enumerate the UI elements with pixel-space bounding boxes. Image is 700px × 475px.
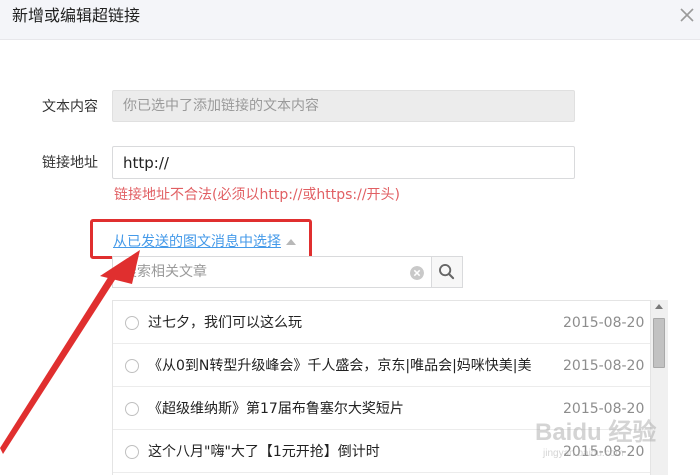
article-row[interactable]: 《超级维纳斯》第17届布鲁塞尔大奖短片 2015-08-20 xyxy=(113,387,667,430)
dialog-title: 新增或编辑超链接 xyxy=(12,6,141,25)
article-date: 2015-08-20 xyxy=(563,444,645,460)
dialog-header: 新增或编辑超链接 xyxy=(0,0,700,40)
list-scrollbar[interactable] xyxy=(650,300,668,475)
text-content-label: 文本内容 xyxy=(42,99,98,115)
article-title: 《超级维纳斯》第17届布鲁塞尔大奖短片 xyxy=(148,401,404,417)
link-address-label: 链接地址 xyxy=(42,155,98,171)
caret-up-icon[interactable] xyxy=(286,239,296,245)
article-search-input[interactable] xyxy=(113,257,403,287)
article-row[interactable]: 这个八月"嗨"大了【1元开抢】倒计时 2015-08-20 xyxy=(113,430,667,473)
article-radio[interactable] xyxy=(125,445,139,459)
article-title: 过七夕，我们可以这么玩 xyxy=(148,315,302,331)
search-icon xyxy=(439,264,455,280)
article-title: 这个八月"嗨"大了【1元开抢】倒计时 xyxy=(148,444,380,460)
article-list: 过七夕，我们可以这么玩 2015-08-20 《从0到N转型升级峰会》千人盛会，… xyxy=(112,300,668,475)
article-row[interactable]: 过七夕，我们可以这么玩 2015-08-20 xyxy=(113,301,667,344)
clear-icon[interactable] xyxy=(410,266,424,280)
close-icon[interactable] xyxy=(676,4,698,26)
article-date: 2015-08-20 xyxy=(563,315,645,331)
article-radio[interactable] xyxy=(125,359,139,373)
link-address-field-box xyxy=(112,146,575,179)
scroll-thumb[interactable] xyxy=(653,318,665,368)
search-button[interactable] xyxy=(431,256,463,288)
link-address-input[interactable] xyxy=(113,147,574,178)
article-date: 2015-08-20 xyxy=(563,358,645,374)
article-date: 2015-08-20 xyxy=(563,401,645,417)
text-content-field-box xyxy=(112,90,575,122)
article-row[interactable]: 《从0到N转型升级峰会》千人盛会，京东|唯品会|妈咪快美|美... 2015-0… xyxy=(113,344,667,387)
scroll-up-icon[interactable] xyxy=(655,304,663,309)
article-radio[interactable] xyxy=(125,316,139,330)
link-error-message: 链接地址不合法(必须以http://或https://开头) xyxy=(114,187,400,203)
article-title: 《从0到N转型升级峰会》千人盛会，京东|唯品会|妈咪快美|美... xyxy=(148,358,533,374)
article-radio[interactable] xyxy=(125,402,139,416)
article-search-box xyxy=(112,256,431,288)
select-from-sent-articles-link[interactable]: 从已发送的图文消息中选择 xyxy=(113,232,281,252)
text-content-field[interactable] xyxy=(113,91,574,121)
